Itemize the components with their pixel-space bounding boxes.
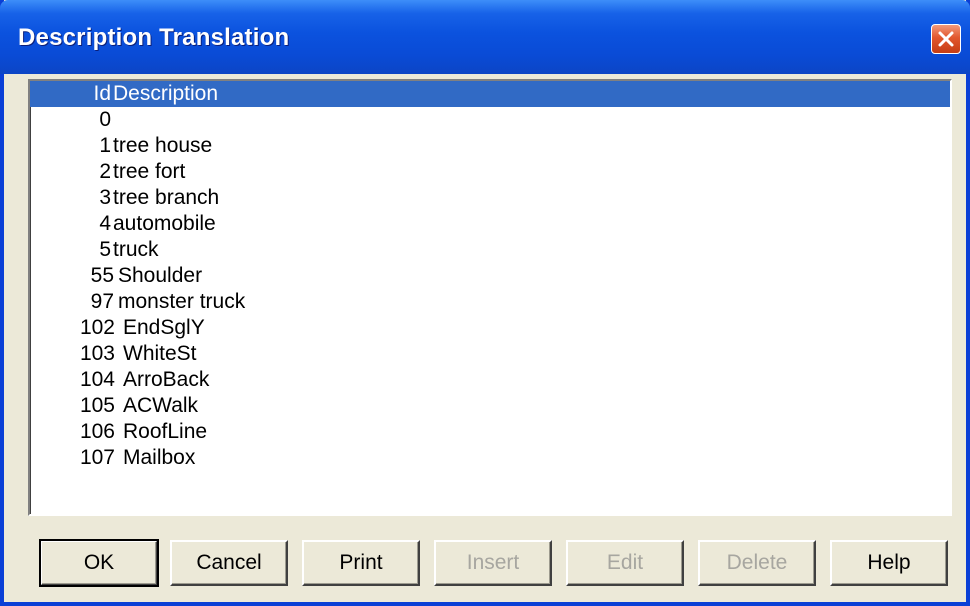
list-item-id: 5	[99, 238, 111, 261]
list-item-id: 104	[79, 368, 115, 391]
close-icon	[938, 31, 954, 47]
list-item-description: tree branch	[113, 186, 220, 209]
title-bar[interactable]: Description Translation	[0, 0, 970, 74]
list-item-description: ACWalk	[123, 394, 199, 417]
list-item-id: 107	[79, 446, 115, 469]
list-item[interactable]: 4 automobile	[30, 211, 950, 237]
list-item[interactable]: 2 tree fort	[30, 159, 950, 185]
list-item-id: 0	[99, 108, 111, 131]
list-item-id: 102	[79, 316, 115, 339]
delete-button: Delete	[698, 540, 816, 586]
list-item[interactable]: 107 Mailbox	[30, 445, 950, 471]
list-item-id: 4	[99, 212, 111, 235]
list-item[interactable]: 55 Shoulder	[30, 263, 950, 289]
list-item-description: monster truck	[118, 290, 246, 313]
list-item[interactable]: 103 WhiteSt	[30, 341, 950, 367]
list-item-description: EndSglY	[123, 316, 205, 339]
description-list[interactable]: Id Description 0 1 tree house 2 tree fort 3 tr…	[28, 79, 952, 516]
list-item-id: 106	[79, 420, 115, 443]
list-item-id: 105	[79, 394, 115, 417]
print-button[interactable]: Print	[302, 540, 420, 586]
list-item[interactable]: 3 tree branch	[30, 185, 950, 211]
list-item[interactable]: 0	[30, 107, 950, 133]
list-item[interactable]: 104 ArroBack	[30, 367, 950, 393]
list-item-description: tree house	[113, 134, 213, 157]
ok-button[interactable]: OK	[39, 539, 159, 587]
list-item[interactable]: 97 monster truck	[30, 289, 950, 315]
close-button[interactable]	[931, 24, 961, 54]
list-item-description: automobile	[113, 212, 216, 235]
list-item-description: WhiteSt	[123, 342, 197, 365]
window-title: Description Translation	[18, 24, 290, 51]
list-item-description: ArroBack	[123, 368, 210, 391]
list-item-description: truck	[113, 238, 159, 261]
description-column-header: Description	[113, 82, 219, 105]
edit-button: Edit	[566, 540, 684, 586]
list-item[interactable]: 1 tree house	[30, 133, 950, 159]
list-header-row[interactable]: Id Description	[30, 81, 950, 107]
list-item-id: 1	[99, 134, 111, 157]
help-button[interactable]: Help	[830, 540, 948, 586]
list-item-id: 2	[99, 160, 111, 183]
list-item-id: 97	[90, 290, 114, 313]
insert-button: Insert	[434, 540, 552, 586]
id-column-header: Id	[93, 82, 111, 105]
list-item[interactable]: 106 RoofLine	[30, 419, 950, 445]
list-item-description: Mailbox	[123, 446, 196, 469]
list-item-id: 103	[79, 342, 115, 365]
cancel-button[interactable]: Cancel	[170, 540, 288, 586]
dialog-window: Description Translation Id Description 0…	[0, 0, 970, 606]
list-item-description: tree fort	[113, 160, 186, 183]
list-item-id: 3	[99, 186, 111, 209]
list-item-description: Shoulder	[118, 264, 203, 287]
list-item-id: 55	[90, 264, 114, 287]
list-item[interactable]: 102 EndSglY	[30, 315, 950, 341]
list-item[interactable]: 105 ACWalk	[30, 393, 950, 419]
list-item-description: RoofLine	[123, 420, 208, 443]
list-item[interactable]: 5 truck	[30, 237, 950, 263]
